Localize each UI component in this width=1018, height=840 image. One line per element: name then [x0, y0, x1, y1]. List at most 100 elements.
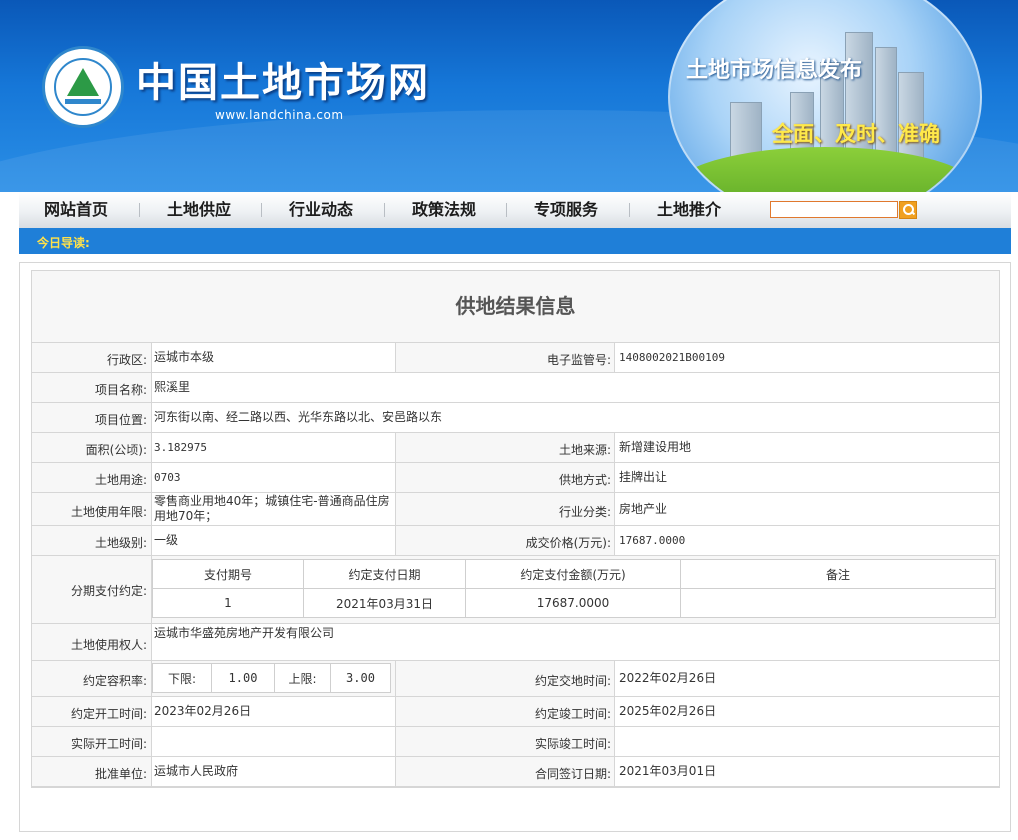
table-row: 土地使用年限: 零售商业用地40年；城镇住宅-普通商品住房用地70年； 行业分类…: [32, 492, 999, 526]
installment-header-cell: 约定支付金额(万元): [465, 559, 681, 589]
land-use-label: 土地用途:: [94, 473, 147, 487]
project-name-value: 熙溪里: [152, 373, 999, 402]
area-label: 面积(公顷):: [85, 443, 147, 457]
supply-result-panel: 供地结果信息 行政区: 运城市本级 电子监管号: 1408002021B0010…: [31, 270, 1000, 788]
actual-start-label: 实际开工时间:: [70, 737, 147, 751]
supply-method-value: 挂牌出让: [615, 463, 999, 492]
nav-item-policy[interactable]: 政策法规: [412, 192, 476, 228]
logo-base-bar: [65, 99, 101, 104]
far-lower-label: 下限:: [152, 663, 212, 693]
installment-cell: [680, 588, 996, 618]
nav-item-land-promotion[interactable]: 土地推介: [657, 192, 721, 228]
supervision-no-value: 1408002021B00109: [615, 343, 999, 372]
project-name-label: 项目名称:: [94, 383, 147, 397]
logo-mountain-icon: [67, 68, 99, 96]
table-row: 土地级别: 一级 成交价格(万元): 17687.0000: [32, 525, 999, 556]
contract-date-label: 合同签订日期:: [534, 767, 611, 781]
complete-value: 2025年02月26日: [615, 697, 999, 726]
table-row: 项目名称: 熙溪里: [32, 372, 999, 403]
land-grade-value: 一级: [152, 526, 395, 555]
complete-label: 约定竣工时间:: [534, 707, 611, 721]
land-source-value: 新增建设用地: [615, 433, 999, 462]
installment-header-row: 支付期号 约定支付日期 约定支付金额(万元) 备注: [152, 559, 996, 589]
project-location-value: 河东街以南、经二路以西、光华东路以北、安邑路以东: [152, 403, 999, 432]
supervision-no-label: 电子监管号:: [546, 353, 611, 367]
land-grade-label: 土地级别:: [94, 536, 147, 550]
district-value: 运城市本级: [152, 343, 396, 372]
nav-divider: [629, 203, 630, 217]
area-value: 3.182975: [152, 433, 395, 462]
site-logo[interactable]: [42, 46, 124, 128]
table-row: 面积(公顷): 3.182975 土地来源: 新增建设用地: [32, 432, 999, 463]
table-row: 约定开工时间: 2023年02月26日 约定竣工时间: 2025年02月26日: [32, 696, 999, 727]
use-term-label: 土地使用年限:: [70, 505, 147, 519]
approver-label: 批准单位:: [94, 767, 147, 781]
actual-start-value: [152, 727, 395, 756]
nav-item-home[interactable]: 网站首页: [44, 192, 108, 228]
search-button[interactable]: [899, 201, 917, 219]
industry-value: 房地产业: [615, 493, 999, 525]
holder-label: 土地使用权人:: [70, 638, 147, 652]
land-source-label: 土地来源:: [558, 443, 611, 457]
grass-hill: [670, 147, 980, 192]
table-row: 行政区: 运城市本级 电子监管号: 1408002021B00109: [32, 342, 999, 373]
contract-date-value: 2021年03月01日: [615, 757, 999, 786]
district-label: 行政区:: [106, 353, 147, 367]
installment-cell: 17687.0000: [465, 588, 681, 618]
deal-price-value: 17687.0000: [615, 526, 999, 555]
installment-header-cell: 约定支付日期: [303, 559, 466, 589]
table-row: 约定容积率: 下限: 1.00 上限: 3.00 约定交地时间: 2022年02…: [32, 660, 999, 697]
far-lower-value: 1.00: [211, 663, 275, 693]
handover-label: 约定交地时间:: [534, 674, 611, 688]
page-title: 供地结果信息: [455, 294, 576, 318]
holder-value: 运城市华盛苑房地产开发有限公司: [152, 624, 999, 660]
installment-header-cell: 备注: [680, 559, 996, 589]
actual-complete-value: [615, 727, 999, 756]
nav-item-land-supply[interactable]: 土地供应: [167, 192, 231, 228]
banner-globe-image: [668, 0, 982, 192]
table-row: 实际开工时间: 实际竣工时间:: [32, 726, 999, 757]
far-table: 下限: 1.00 上限: 3.00: [152, 663, 391, 693]
search-icon-handle: [910, 210, 916, 216]
handover-value: 2022年02月26日: [615, 661, 999, 696]
table-row: 土地使用权人: 运城市华盛苑房地产开发有限公司: [32, 623, 999, 661]
deal-price-label: 成交价格(万元):: [525, 536, 611, 550]
installment-cell: 2021年03月31日: [303, 588, 466, 618]
nav-divider: [261, 203, 262, 217]
installment-cell: 1: [152, 588, 304, 618]
actual-complete-label: 实际竣工时间:: [534, 737, 611, 751]
cell-divider: [151, 343, 152, 373]
banner-slogan: 土地市场信息发布: [686, 58, 863, 83]
start-label: 约定开工时间:: [70, 707, 147, 721]
nav-divider: [139, 203, 140, 217]
industry-label: 行业分类:: [558, 505, 611, 519]
table-row: 项目位置: 河东街以南、经二路以西、光华东路以北、安邑路以东: [32, 402, 999, 433]
use-term-value: 零售商业用地40年；城镇住宅-普通商品住房用地70年；: [152, 493, 395, 525]
far-row: 下限: 1.00 上限: 3.00: [152, 663, 391, 693]
today-guide-label: 今日导读:: [37, 236, 90, 250]
land-use-value: 0703: [152, 463, 395, 492]
table-row: 分期支付约定: 支付期号 约定支付日期 约定支付金额(万元) 备注 1 2021…: [32, 555, 999, 624]
site-url: www.landchina.com: [215, 108, 344, 122]
installment-header-cell: 支付期号: [152, 559, 304, 589]
far-upper-label: 上限:: [274, 663, 331, 693]
main-nav: 网站首页 土地供应 行业动态 政策法规 专项服务 土地推介: [19, 192, 1011, 229]
table-row: 批准单位: 运城市人民政府 合同签订日期: 2021年03月01日: [32, 756, 999, 787]
search-input[interactable]: [770, 201, 898, 218]
nav-divider: [384, 203, 385, 217]
far-label: 约定容积率:: [82, 674, 147, 688]
installment-label: 分期支付约定:: [70, 584, 147, 598]
site-header: 中国土地市场网 www.landchina.com 土地市场信息发布 全面、及时…: [0, 0, 1018, 192]
far-upper-value: 3.00: [330, 663, 391, 693]
start-value: 2023年02月26日: [152, 697, 395, 726]
approver-value: 运城市人民政府: [152, 757, 395, 786]
nav-item-industry-news[interactable]: 行业动态: [289, 192, 353, 228]
site-title: 中国土地市场网: [136, 59, 430, 106]
nav-divider: [506, 203, 507, 217]
today-guide-bar: 今日导读:: [19, 228, 1011, 254]
banner-tagline: 全面、及时、准确: [772, 122, 940, 146]
project-location-label: 项目位置:: [94, 413, 147, 427]
installment-table: 支付期号 约定支付日期 约定支付金额(万元) 备注 1 2021年03月31日 …: [152, 559, 996, 618]
nav-item-special-services[interactable]: 专项服务: [534, 192, 598, 228]
table-row: 土地用途: 0703 供地方式: 挂牌出让: [32, 462, 999, 493]
